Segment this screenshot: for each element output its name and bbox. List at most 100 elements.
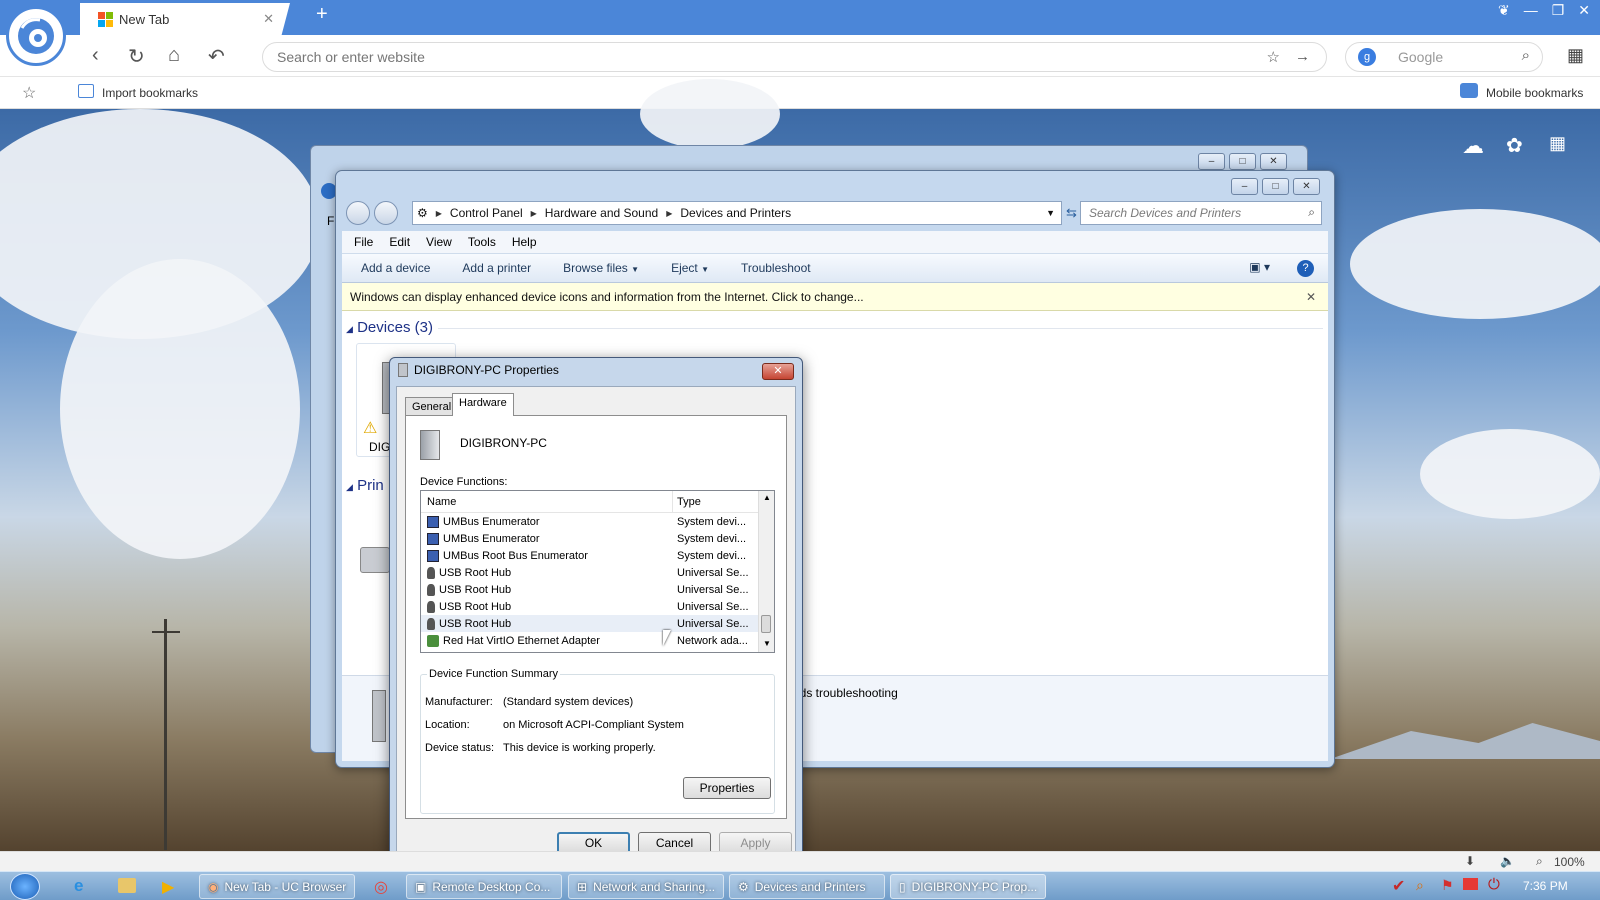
troubleshoot-button[interactable]: Troubleshoot [741,261,811,275]
mobile-bookmarks-link[interactable]: Mobile bookmarks [1486,86,1583,100]
breadcrumb-item[interactable]: Hardware and Sound [545,206,658,220]
minimize-icon[interactable]: — [1524,2,1538,19]
dropdown-icon: ▼ [631,265,640,274]
help-icon[interactable]: ? [1297,260,1314,277]
add-device-button[interactable]: Add a device [361,261,430,275]
scroll-down-icon[interactable]: ▼ [763,639,771,648]
maximize-icon[interactable]: □ [1229,153,1256,170]
add-printer-button[interactable]: Add a printer [462,261,531,275]
taskbar-item-uc-browser[interactable]: ◉ New Tab - UC Browser [199,874,355,899]
list-item[interactable]: UMBus Root Bus Enumerator System devi... [421,547,774,564]
computer-icon [420,430,440,460]
zoom-level[interactable]: 100% [1554,855,1585,869]
list-item[interactable]: UMBus Enumerator System devi... [421,513,774,530]
list-item[interactable]: USB Root Hub Universal Se... [421,598,774,615]
tray-search-icon[interactable]: ⌕ [1416,877,1424,894]
grid-icon[interactable]: ▦ [1549,133,1566,154]
import-bookmarks-link[interactable]: Import bookmarks [102,86,198,100]
column-type[interactable]: Type [673,496,761,508]
maximize-icon[interactable]: □ [1262,178,1289,195]
reload-icon[interactable]: ↻ [128,44,145,69]
tray-power-icon[interactable]: ⏻ [1488,876,1500,893]
ie-icon[interactable]: e [74,876,83,896]
address-bar[interactable]: Search or enter website ☆ → [262,42,1327,72]
breadcrumb-item[interactable]: Control Panel [450,206,523,220]
menu-tools[interactable]: Tools [468,235,496,249]
group-devices[interactable]: ◢ Devices (3) [346,319,433,336]
menu-view[interactable]: View [426,235,452,249]
info-bar[interactable]: Windows can display enhanced device icon… [342,283,1328,311]
back-icon[interactable]: ‹ [92,44,99,67]
undo-icon[interactable]: ↶ [208,44,225,69]
close-icon[interactable]: ✕ [1260,153,1287,170]
go-arrow-icon[interactable]: → [1295,48,1310,65]
chrome-icon[interactable]: ◎ [374,877,388,897]
tab-new-tab[interactable]: New Tab ✕ [80,3,290,35]
close-icon[interactable]: ✕ [762,363,794,380]
list-item[interactable]: USB Root Hub Universal Se... [421,615,774,632]
printer-icon[interactable] [360,547,390,573]
view-options-icon[interactable]: ▣ ▾ [1249,260,1270,274]
search-icon[interactable]: ⌕ [1522,47,1530,64]
close-icon[interactable]: ✕ [1578,2,1590,19]
tab-hardware[interactable]: Hardware [452,393,514,416]
minimize-icon[interactable]: – [1198,153,1225,170]
menu-help[interactable]: Help [512,235,537,249]
home-icon[interactable]: ⌂ [168,44,180,67]
volume-icon[interactable]: 🔈 [1500,854,1515,868]
tab-general[interactable]: General [405,397,459,415]
download-icon[interactable]: ⬇ [1465,854,1475,868]
uc-browser-logo[interactable] [6,6,66,66]
taskbar-item-devices[interactable]: ⚙ Devices and Printers [729,874,885,899]
forward-icon[interactable] [374,201,398,225]
taskbar-item-network[interactable]: ⊞ Network and Sharing... [568,874,724,899]
browse-files-button[interactable]: Browse files ▼ [563,261,639,275]
tray-monitor-icon[interactable] [1463,878,1478,890]
clock[interactable]: 7:36 PM [1523,879,1568,893]
close-icon[interactable]: ✕ [1293,178,1320,195]
list-item[interactable]: USB Root Hub Universal Se... [421,581,774,598]
eject-button[interactable]: Eject ▼ [671,261,709,275]
media-player-icon[interactable]: ▶ [162,877,174,897]
properties-button[interactable]: Properties [683,777,771,799]
list-item[interactable]: USB Root Hub Universal Se... [421,564,774,581]
back-icon[interactable] [346,201,370,225]
new-tab-plus-icon[interactable]: + [316,3,328,26]
device-functions-list[interactable]: Name Type UMBus Enumerator System devi...… [420,490,775,653]
taskbar-item-remote-desktop[interactable]: ▣ Remote Desktop Co... [406,874,562,899]
tab-close-icon[interactable]: ✕ [263,11,274,27]
search-icon[interactable]: ⌕ [1308,205,1315,220]
taskbar-item-properties[interactable]: ▯ DIGIBRONY-PC Prop... [890,874,1046,899]
breadcrumb[interactable]: ⚙ ▶ Control Panel ▶ Hardware and Sound ▶ De… [412,201,1062,225]
scrollbar-thumb[interactable] [761,615,771,633]
search-box[interactable]: g Google ⌕ [1345,42,1543,72]
skin-icon[interactable]: ❦ [1498,2,1510,19]
close-icon[interactable]: ✕ [1306,290,1316,304]
explorer-icon[interactable] [118,878,136,893]
start-button[interactable] [10,873,40,900]
cloud-sync-icon[interactable]: ☁ [1462,133,1484,159]
refresh-icon[interactable]: ⇆ [1066,205,1077,221]
minimize-icon[interactable]: – [1231,178,1258,195]
computer-icon: ▯ [899,879,906,894]
menu-edit[interactable]: Edit [389,235,410,249]
star-icon[interactable]: ☆ [1267,48,1280,66]
scrollbar[interactable]: ▲ ▼ [758,491,774,652]
list-item[interactable]: Red Hat VirtIO Ethernet Adapter Network a… [421,632,774,649]
column-name[interactable]: Name [421,490,673,513]
palette-icon[interactable]: ✿ [1506,133,1523,158]
scroll-up-icon[interactable]: ▲ [763,493,771,502]
tray-flag-icon[interactable]: ⚑ [1441,877,1454,894]
breadcrumb-item[interactable]: Devices and Printers [680,206,791,220]
menu-file[interactable]: File [354,235,373,249]
tray-check-icon[interactable]: ✔ [1392,876,1405,896]
dropdown-icon[interactable]: ▼ [1046,208,1055,218]
group-printers[interactable]: ◢ Prin [346,477,384,494]
list-item[interactable]: UMBus Enumerator System devi... [421,530,774,547]
search-devices-input[interactable]: Search Devices and Printers ⌕ [1080,201,1322,225]
apps-grid-icon[interactable]: ▦ [1567,45,1584,66]
bookmark-star-icon[interactable]: ☆ [22,83,36,103]
search-engine-icon[interactable]: g [1358,48,1376,66]
restore-icon[interactable]: ❐ [1552,2,1565,19]
zoom-icon[interactable]: ⌕ [1536,854,1543,869]
